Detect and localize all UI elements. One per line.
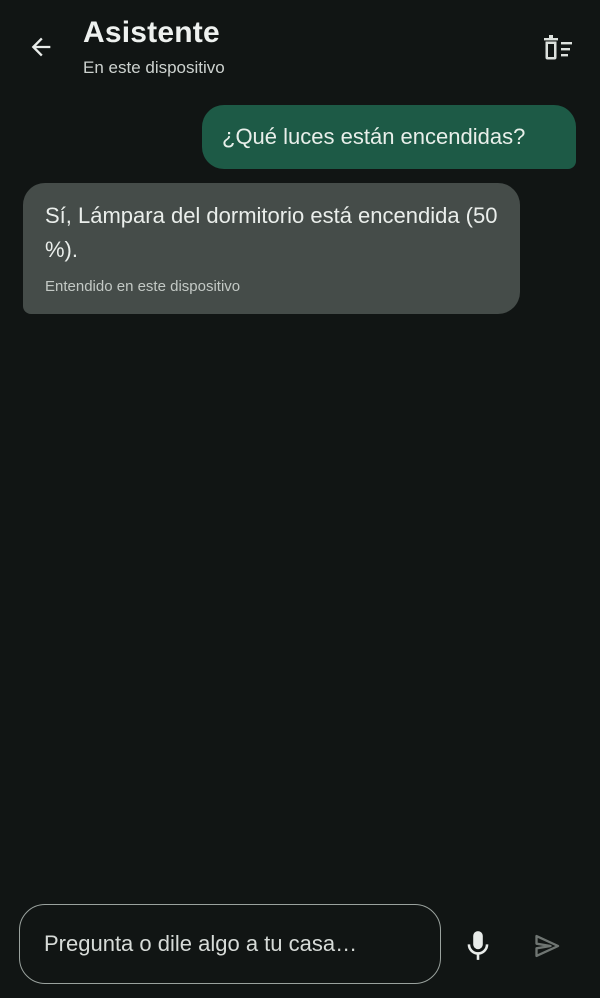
arrow-back-icon — [31, 37, 51, 57]
page-title: Asistente — [83, 16, 220, 49]
assistant-message-text: Sí, Lámpara del dormitorio está encendid… — [45, 203, 498, 262]
microphone-icon — [467, 931, 489, 960]
page-subtitle: En este dispositivo — [83, 58, 225, 77]
assistant-message-bubble: Sí, Lámpara del dormitorio está encendid… — [23, 183, 520, 314]
send-button[interactable] — [526, 926, 568, 966]
send-icon — [535, 934, 560, 958]
message-input-container[interactable] — [19, 904, 441, 984]
user-message-bubble: ¿Qué luces están encendidas? — [202, 105, 576, 169]
back-button[interactable] — [22, 28, 60, 66]
clear-conversation-icon — [544, 35, 572, 60]
voice-input-button[interactable] — [458, 926, 498, 966]
app-header: Asistente En este dispositivo — [0, 0, 600, 90]
message-input[interactable] — [42, 930, 418, 958]
assistant-message-meta: Entendido en este dispositivo — [45, 278, 241, 295]
clear-conversation-button[interactable] — [538, 30, 578, 66]
user-message-text: ¿Qué luces están encendidas? — [222, 124, 526, 149]
